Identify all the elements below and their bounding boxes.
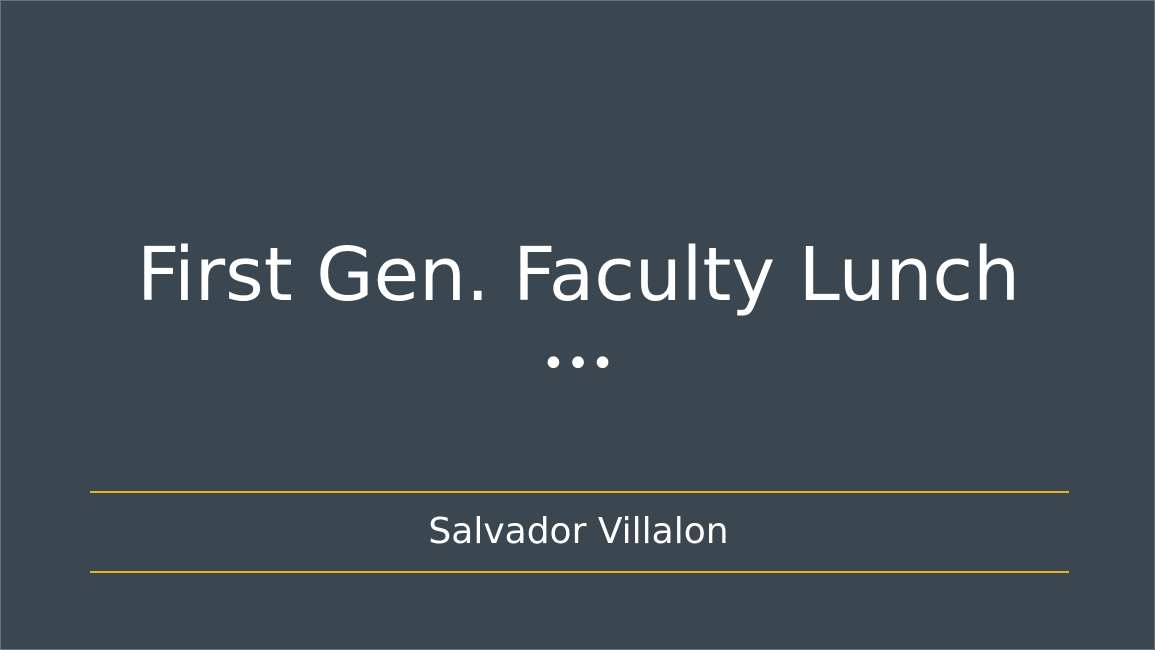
- title-slide: First Gen. Faculty Lunch ••• Salvador Vi…: [0, 0, 1155, 650]
- bottom-accent-rule: [90, 571, 1069, 573]
- top-accent-rule: [90, 491, 1069, 493]
- title-ellipsis: •••: [541, 341, 616, 387]
- slide-subtitle: Salvador Villalon: [428, 511, 729, 552]
- slide-title: First Gen. Faculty Lunch: [137, 232, 1020, 318]
